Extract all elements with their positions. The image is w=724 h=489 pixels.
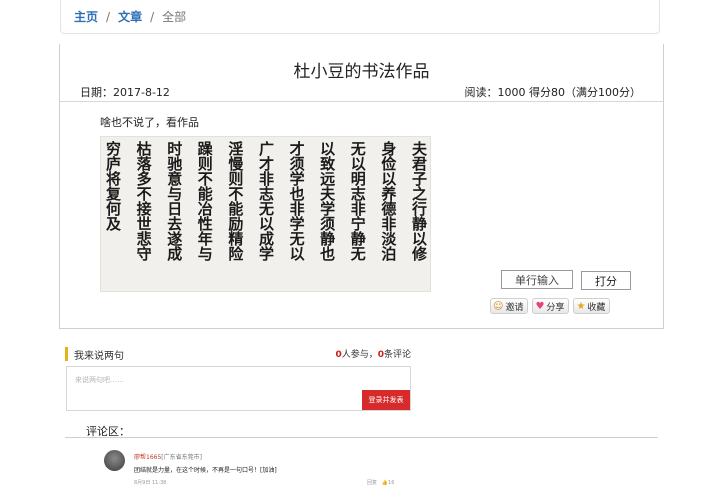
article-title: 杜小豆的书法作品 [293,62,430,82]
calligraphy-column: 淫慢则不能励精险 [226,141,245,261]
calligraphy-columns: 夫君子之行静以修 身俭以养德非淡泊 无以明志非宁静无 以致远夫学须静也 才须学也… [104,141,428,287]
calligraphy-column: 枯落多不接世悲守 [134,141,153,261]
share-button[interactable]: ♥ 分享 [532,298,570,314]
breadcrumb-separator: / [106,9,111,24]
calligraphy-artwork: 夫君子之行静以修 身俭以养德非淡泊 无以明志非宁静无 以致远夫学须静也 才须学也… [100,136,431,292]
favorite-button[interactable]: ★ 收藏 [573,298,611,314]
calligraphy-column: 以致远夫学须静也 [318,141,337,261]
heart-icon: ♥ [535,300,545,312]
comment-item: 廖帮1665[广东省东莞市] 团结就是力量，在这个时候，不再是一句口号！[加油]… [104,450,404,489]
login-submit-button[interactable]: 登录并发表 [362,390,410,410]
calligraphy-column: 广才非志无以成学 [256,141,275,261]
comment-user: 廖帮1665[广东省东莞市] [134,452,202,461]
comment-username[interactable]: 廖帮1665 [134,454,161,461]
calligraphy-column: 时驰意与日去遂成 [165,141,184,261]
calligraphy-column: 身俭以养德非淡泊 [379,141,398,261]
calligraphy-column: 躁则不能冶性年与 [195,141,214,261]
invite-button[interactable]: ☺ 邀请 [490,298,529,314]
calligraphy-column: 夫君子之行静以修 [409,141,428,261]
breadcrumb-home[interactable]: 主页 [74,8,98,25]
single-line-input-button[interactable]: 单行输入 [501,270,573,289]
star-icon: ★ [576,300,586,312]
article-panel: 杜小豆的书法作品 日期：2017-8-12 阅读：1000 得分80（满分100… [59,44,664,329]
calligraphy-column: 无以明志非宁静无 [348,141,367,261]
calligraphy-column: 穷庐将复何及 [104,141,122,231]
article-stats: 阅读：1000 得分80（满分100分） [464,86,641,99]
breadcrumb-articles[interactable]: 文章 [118,8,142,25]
comment-location: [广东省东莞市] [161,454,202,461]
comments-label: 条评论 [383,350,411,360]
breadcrumb-current: 全部 [162,10,187,24]
score-button[interactable]: 打分 [581,271,631,290]
comment-header: 我来说两句 0人参与，0条评论 [65,347,411,362]
reply-link[interactable]: 回复 [367,480,377,486]
like-count: 16 [388,480,395,486]
share-toolbar: ☺ 邀请 ♥ 分享 ★ 收藏 [490,298,611,314]
calligraphy-column: 才须学也非学无以 [287,141,306,261]
participants-label: 人参与， [341,350,378,360]
comment-box: 登录并发表 [66,366,411,411]
breadcrumb-separator: / [150,9,155,24]
comment-heading: 我来说两句 [65,347,124,362]
invite-icon: ☺ [493,300,504,312]
article-date: 日期：2017-8-12 [80,86,170,99]
article-meta: 日期：2017-8-12 阅读：1000 得分80（满分100分） [80,84,641,102]
comment-text: 团结就是力量，在这个时候，不再是一句口号！[加油] [134,467,277,474]
avatar[interactable] [104,450,125,471]
comment-stats: 0人参与，0条评论 [335,347,411,361]
comment-input[interactable] [67,371,357,389]
share-label: 分享 [546,302,565,313]
divider [60,101,663,102]
favorite-label: 收藏 [587,302,606,313]
article-intro: 啥也不说了，看作品 [100,116,199,129]
comment-actions: 回复 👍16 [367,479,394,486]
divider [65,437,658,438]
breadcrumb: 主页 / 文章 / 全部 [60,0,660,34]
comment-time: 8月9日 11:38 [134,480,167,486]
invite-label: 邀请 [505,302,524,313]
